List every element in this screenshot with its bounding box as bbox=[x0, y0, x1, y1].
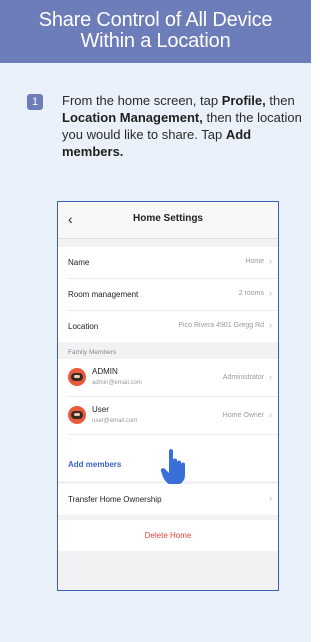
step-number-badge: 1 bbox=[27, 94, 43, 110]
header-title-line2: Within a Location bbox=[80, 30, 231, 52]
home-info-group: Name Home › Room management 2 rooms › Lo… bbox=[58, 247, 278, 342]
step-text-location-management: Location Management, bbox=[62, 110, 203, 125]
add-members-button[interactable]: Add members bbox=[68, 460, 121, 469]
member-name: ADMIN bbox=[92, 367, 118, 376]
row-label: Location bbox=[68, 322, 99, 331]
avatar bbox=[68, 368, 86, 386]
member-email: admin@email.com bbox=[92, 380, 142, 386]
row-name[interactable]: Name Home › bbox=[58, 247, 278, 278]
header-title-line1: Share Control of All Device bbox=[38, 9, 273, 31]
chevron-right-icon: › bbox=[269, 493, 272, 503]
page-header: Share Control of All Device Within a Loc… bbox=[0, 0, 311, 63]
navigation-bar: ‹ Home Settings bbox=[58, 202, 278, 239]
row-transfer-home-ownership[interactable]: Transfer Home Ownership › bbox=[58, 484, 278, 515]
transfer-group: Transfer Home Ownership › bbox=[58, 484, 278, 515]
family-members-label: Family Members bbox=[68, 349, 117, 356]
member-row-user[interactable]: User user@email.com Home Owner › bbox=[58, 397, 278, 433]
avatar bbox=[68, 406, 86, 424]
chevron-right-icon: › bbox=[269, 372, 272, 382]
row-label: Room management bbox=[68, 290, 139, 299]
chevron-right-icon: › bbox=[269, 320, 272, 330]
row-value: Home bbox=[245, 258, 264, 265]
row-label: Name bbox=[68, 258, 90, 267]
step-text-part: From the home screen, tap bbox=[62, 93, 222, 108]
row-location[interactable]: Location Pico Rivera 4901 Gregg Rd › bbox=[58, 311, 278, 342]
phone-screenshot: ‹ Home Settings Name Home › Room managem… bbox=[57, 201, 279, 591]
member-role: Administrator bbox=[222, 374, 264, 381]
chevron-right-icon: › bbox=[269, 288, 272, 298]
member-role: Home Owner bbox=[222, 412, 264, 419]
step-text-profile: Profile, bbox=[221, 93, 266, 108]
chevron-right-icon: › bbox=[269, 410, 272, 420]
member-row-admin[interactable]: ADMIN admin@email.com Administrator › bbox=[58, 359, 278, 395]
tap-hand-icon bbox=[160, 449, 185, 485]
step-text-part: then bbox=[265, 93, 295, 108]
chevron-right-icon: › bbox=[269, 256, 272, 266]
row-value: Pico Rivera 4901 Gregg Rd bbox=[178, 322, 264, 329]
row-value: 2 rooms bbox=[238, 290, 264, 297]
member-name: User bbox=[92, 405, 109, 414]
member-email: user@email.com bbox=[92, 418, 138, 424]
screen-title: Home Settings bbox=[132, 213, 203, 224]
divider bbox=[68, 434, 278, 435]
row-room-management[interactable]: Room management 2 rooms › bbox=[58, 279, 278, 310]
step-text: From the home screen, tap Profile, then … bbox=[62, 92, 307, 160]
row-label: Transfer Home Ownership bbox=[68, 495, 162, 504]
delete-home-button[interactable]: Delete Home bbox=[58, 520, 278, 551]
